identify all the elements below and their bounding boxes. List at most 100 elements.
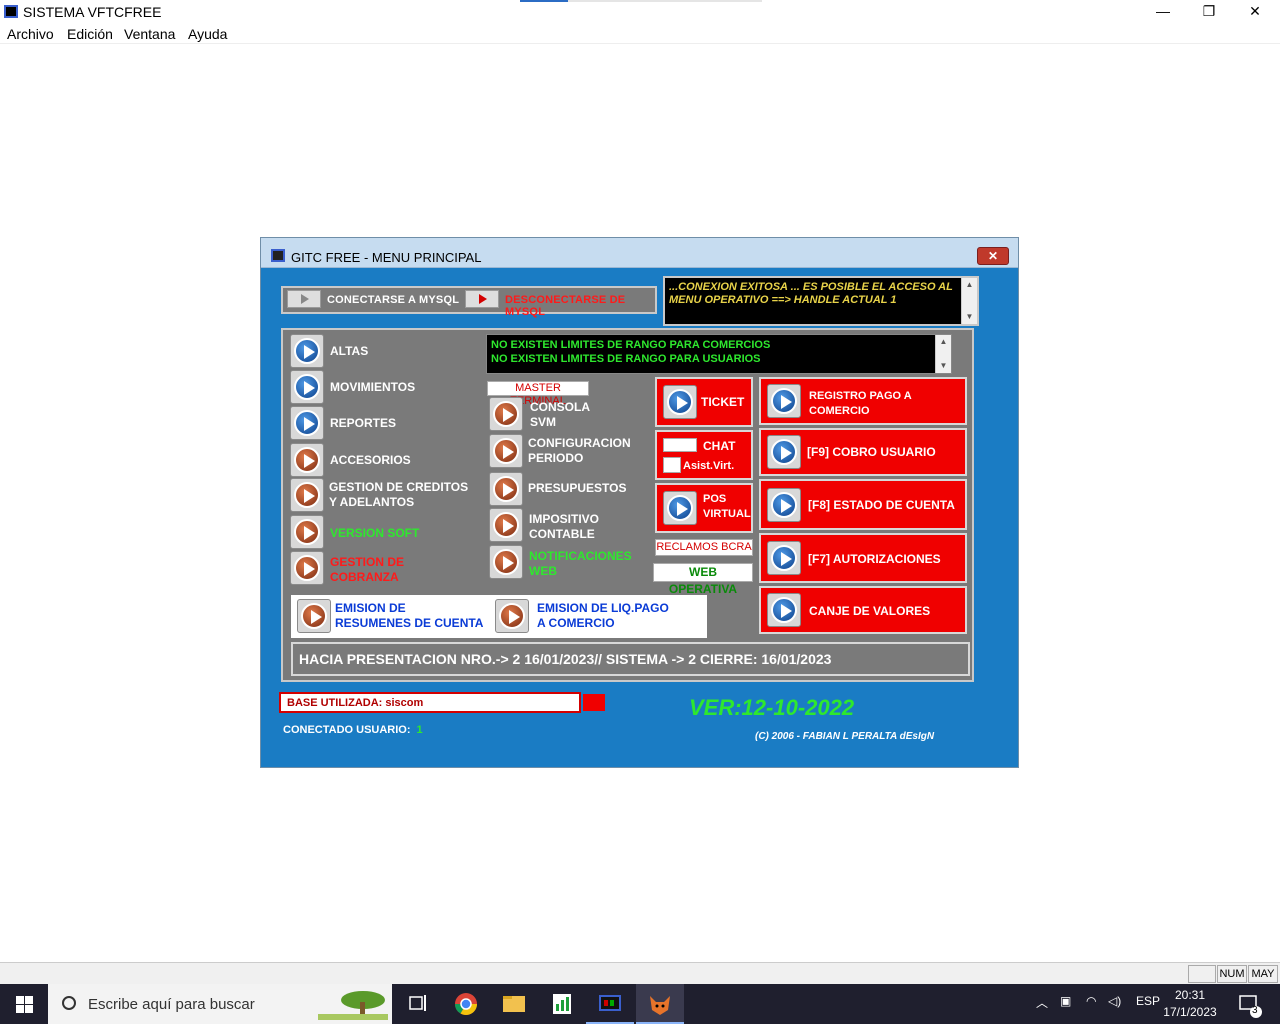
menu-archivo[interactable]: Archivo xyxy=(7,26,54,42)
scroll-up-arrow-icon[interactable]: ▲ xyxy=(962,278,977,292)
status-num: NUM xyxy=(1217,965,1247,983)
reclamos-bcra-button[interactable]: RECLAMOS BCRA xyxy=(655,539,753,556)
clock-time: 20:31 xyxy=(1174,988,1206,1002)
registro-pago-button[interactable] xyxy=(767,384,801,418)
copyright-text: (C) 2006 - FABIAN L PERALTA dEsIgN xyxy=(755,731,935,742)
tray-device-icon[interactable]: ▣ xyxy=(1060,994,1071,1008)
notifications-icon[interactable]: 3 xyxy=(1232,984,1280,1024)
vftc-app-icon[interactable] xyxy=(586,984,634,1024)
master-terminal-tag[interactable]: MASTER TERMINAL xyxy=(487,381,589,407)
altas-label: ALTAS xyxy=(330,344,369,358)
spreadsheet-app-icon[interactable] xyxy=(538,984,586,1024)
emision-resumenes-button[interactable] xyxy=(297,599,331,633)
altas-button[interactable] xyxy=(290,334,324,368)
dialog-title: GITC FREE - MENU PRINCIPAL xyxy=(291,250,482,265)
windows-start-button[interactable] xyxy=(0,984,48,1024)
connect-mysql-label[interactable]: CONECTARSE A MYSQL xyxy=(327,294,459,306)
ticket-button[interactable] xyxy=(663,385,697,419)
close-button[interactable]: ✕ xyxy=(1232,0,1278,24)
minimize-button[interactable]: — xyxy=(1140,0,1186,24)
chat-label[interactable]: CHAT xyxy=(703,439,735,454)
accesorios-button[interactable] xyxy=(290,443,324,477)
menu-ventana[interactable]: Ventana xyxy=(124,26,175,42)
pos-virtual-label: POS VIRTUAL xyxy=(703,493,751,520)
fox-app-icon[interactable] xyxy=(636,984,684,1024)
pos-virtual-button[interactable] xyxy=(663,491,697,525)
disconnect-mysql-label[interactable]: DESCONECTARSE DE MYSQL xyxy=(505,294,655,318)
connect-mysql-button[interactable] xyxy=(287,290,321,308)
configuracion-button[interactable] xyxy=(489,434,523,468)
reportes-button[interactable] xyxy=(290,406,324,440)
tray-network-icon[interactable]: ◠ xyxy=(1086,994,1096,1008)
scroll-up-arrow-icon[interactable]: ▲ xyxy=(936,335,951,349)
connection-status-box: ...CONEXION EXITOSA ... ES POSIBLE EL AC… xyxy=(663,276,979,326)
menubar: Archivo Edición Ventana Ayuda xyxy=(0,24,1280,44)
movimientos-label: MOVIMIENTOS xyxy=(330,380,416,394)
presupuestos-button[interactable] xyxy=(489,472,523,506)
play-icon xyxy=(294,482,320,508)
gestion-creditos-button[interactable] xyxy=(290,478,324,512)
search-placeholder: Escribe aquí para buscar xyxy=(88,996,255,1013)
search-icon xyxy=(62,996,76,1010)
taskbar-clock[interactable]: 20:31 17/1/2023 xyxy=(1160,987,1220,1021)
restore-button[interactable]: ❐ xyxy=(1186,0,1232,24)
asist-virt-checkbox[interactable] xyxy=(663,457,681,473)
emision-liq-button[interactable] xyxy=(495,599,529,633)
web-operativa-button[interactable]: WEB OPERATIVA xyxy=(653,563,753,596)
play-icon xyxy=(493,512,519,538)
cobro-usuario-label: [F9] COBRO USUARIO xyxy=(807,445,936,459)
gestion-cobranza-button[interactable] xyxy=(290,551,324,585)
disconnect-mysql-button[interactable] xyxy=(465,290,499,308)
estado-cuenta-button[interactable] xyxy=(767,488,801,522)
file-explorer-icon[interactable] xyxy=(490,984,538,1024)
windows-logo-icon xyxy=(16,1005,24,1013)
cobro-usuario-button[interactable] xyxy=(767,435,801,469)
notificaciones-label: NOTIFICACIONES WEB xyxy=(529,549,632,578)
app-title: SISTEMA VFTCFREE xyxy=(23,4,162,20)
dialog-icon xyxy=(271,249,285,262)
pos-virtual-panel: POS VIRTUAL xyxy=(655,483,753,533)
asist-virt-label[interactable]: Asist.Virt. xyxy=(683,459,734,474)
consola-button[interactable] xyxy=(489,397,523,431)
dialog-close-button[interactable]: ✕ xyxy=(977,247,1009,265)
tray-language[interactable]: ESP xyxy=(1136,994,1160,1008)
canje-valores-label: CANJE DE VALORES xyxy=(809,604,931,618)
play-icon xyxy=(771,597,797,623)
scroll-down-arrow-icon[interactable]: ▼ xyxy=(936,359,951,373)
presentacion-text: HACIA PRESENTACION NRO.-> 2 16/01/2023//… xyxy=(299,651,832,667)
impositivo-label: IMPOSITIVO CONTABLE xyxy=(529,512,600,541)
play-icon xyxy=(771,492,797,518)
tray-volume-icon[interactable]: ◁) xyxy=(1108,994,1121,1008)
menu-edicion[interactable]: Edición xyxy=(67,26,113,42)
play-icon xyxy=(294,410,320,436)
menu-ayuda[interactable]: Ayuda xyxy=(188,26,227,42)
status-scrollbar[interactable]: ▲ ▼ xyxy=(961,278,977,324)
autorizaciones-panel: [F7] AUTORIZACIONES xyxy=(759,533,967,583)
chrome-icon[interactable] xyxy=(442,984,490,1024)
scroll-down-arrow-icon[interactable]: ▼ xyxy=(962,310,977,324)
registro-pago-panel: REGISTRO PAGO A COMERCIO xyxy=(759,377,967,425)
play-icon xyxy=(771,545,797,571)
app-icon xyxy=(4,5,18,18)
play-icon xyxy=(667,389,693,415)
limits-scrollbar[interactable]: ▲ ▼ xyxy=(935,335,951,373)
autorizaciones-button[interactable] xyxy=(767,541,801,575)
play-icon xyxy=(493,549,519,575)
taskbar-search[interactable]: Escribe aquí para buscar xyxy=(48,984,392,1024)
play-icon xyxy=(771,388,797,414)
version-soft-button[interactable] xyxy=(290,515,324,549)
task-view-icon[interactable] xyxy=(394,984,442,1024)
connected-user-label: CONECTADO USUARIO: xyxy=(283,724,411,736)
mysql-connection-panel: CONECTARSE A MYSQL DESCONECTARSE DE MYSQ… xyxy=(281,286,657,318)
tray-chevron-up-icon[interactable]: ︿ xyxy=(1036,994,1048,1011)
canje-valores-button[interactable] xyxy=(767,593,801,627)
play-icon xyxy=(294,519,320,545)
impositivo-button[interactable] xyxy=(489,508,523,542)
emision-liq-label: EMISION DE LIQ.PAGO A COMERCIO xyxy=(537,601,669,630)
clock-date: 17/1/2023 xyxy=(1163,1005,1217,1019)
movimientos-button[interactable] xyxy=(290,370,324,404)
chat-checkbox[interactable] xyxy=(663,438,697,452)
emision-resumenes-label: EMISION DE RESUMENES DE CUENTA xyxy=(335,601,484,630)
connection-status-message: ...CONEXION EXITOSA ... ES POSIBLE EL AC… xyxy=(669,281,953,306)
notificaciones-button[interactable] xyxy=(489,545,523,579)
